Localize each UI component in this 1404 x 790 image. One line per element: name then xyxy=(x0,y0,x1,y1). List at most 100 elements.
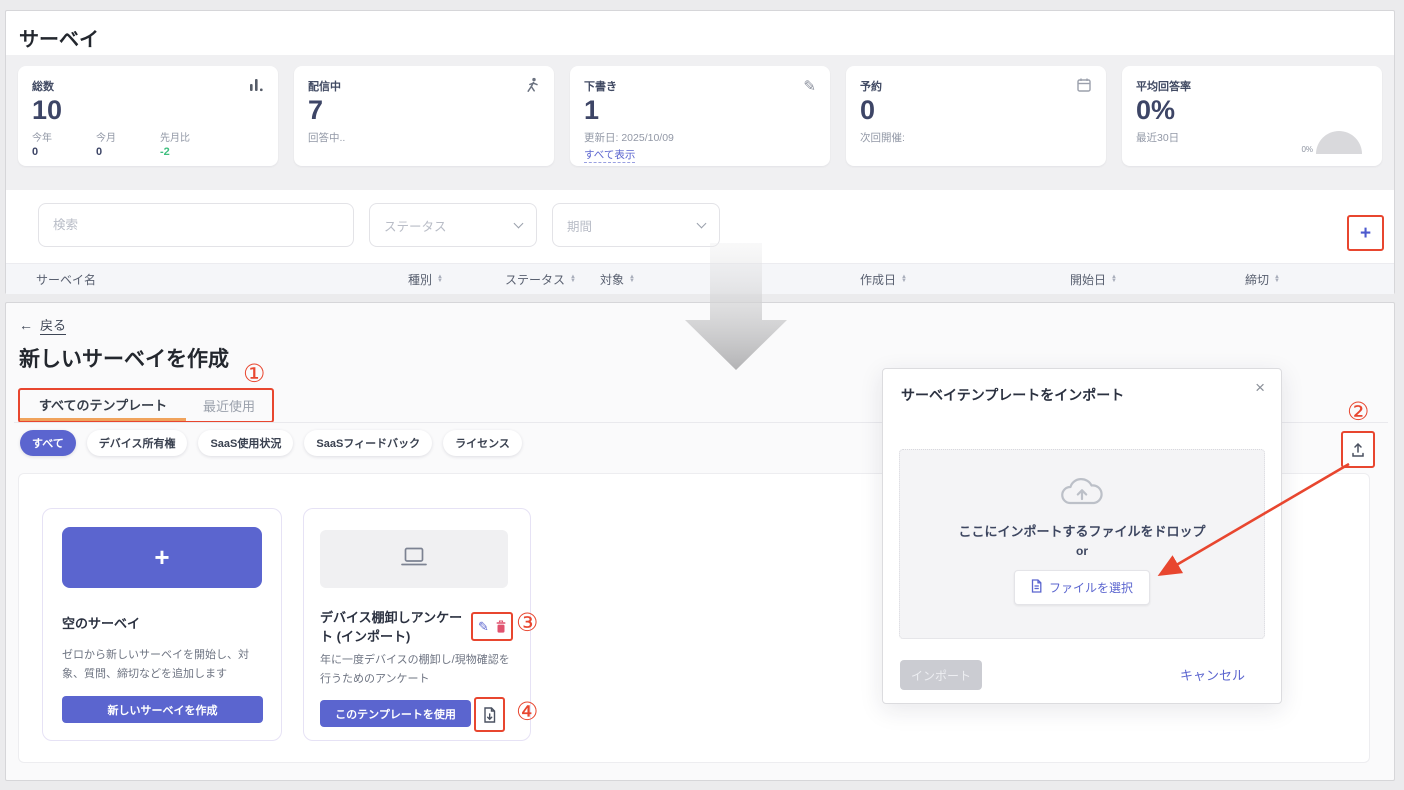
modal-title: サーベイテンプレートをインポート xyxy=(901,387,1125,403)
use-template-button[interactable]: このテンプレートを使用 xyxy=(320,700,471,727)
stats-cards-band: 総数 10 今年 0 今月 0 先月比 -2 配信中 7 回答中.. 下書き ✎… xyxy=(6,55,1394,190)
sub-stat-vs-last-month: 先月比 -2 xyxy=(160,133,190,159)
status-filter-select[interactable]: ステータス xyxy=(369,203,537,247)
stat-card-scheduled: 予約 0 次回開催: xyxy=(846,66,1106,166)
import-template-modal: サーベイテンプレートをインポート × ここにインポートするファイルをドロップ o… xyxy=(882,368,1282,704)
close-icon[interactable]: × xyxy=(1255,378,1265,398)
sub-stat-this-month: 今月 0 xyxy=(96,133,116,159)
create-survey-panel: ← 戻る 新しいサーベイを作成 ① すべてのテンプレート 最近使用 すべて デバイ… xyxy=(5,302,1395,781)
blank-survey-description: ゼロから新しいサーベイを開始し、対象、質問、締切などを追加します xyxy=(62,649,249,681)
tab-all-templates[interactable]: すべてのテンプレート xyxy=(20,390,186,421)
column-header-target[interactable]: 対象 ▲ ▼ xyxy=(600,264,635,295)
column-header-survey-name[interactable]: サーベイ名 xyxy=(36,264,96,295)
sub-stat-this-year: 今年 0 xyxy=(32,133,52,159)
cancel-button[interactable]: キャンセル xyxy=(1180,665,1245,684)
stat-label: 下書き xyxy=(584,81,617,93)
stat-note: 更新日: 2025/10/09 xyxy=(584,132,674,145)
stat-note: 次回開催: xyxy=(860,132,905,145)
page: サーベイ 総数 10 今年 0 今月 0 先月比 -2 配信中 7 回答中.. … xyxy=(0,0,1404,790)
annotation-number-4: ④ xyxy=(516,697,539,726)
upload-icon[interactable] xyxy=(1351,442,1365,458)
plus-icon: + xyxy=(154,542,170,572)
annotation-box-template-tabs: すべてのテンプレート 最近使用 xyxy=(18,388,274,423)
stat-label: 平均回答率 xyxy=(1136,81,1191,93)
select-file-button[interactable]: ファイルを選択 xyxy=(1013,570,1150,605)
stat-value: 1 xyxy=(584,95,600,125)
file-icon xyxy=(1031,579,1042,596)
stat-card-draft: 下書き ✎ 1 更新日: 2025/10/09 すべて表示 xyxy=(570,66,830,166)
blank-survey-title: 空のサーベイ xyxy=(62,616,141,631)
chip-saas-usage[interactable]: SaaS使用状況 xyxy=(198,430,294,456)
annotation-number-3: ③ xyxy=(516,608,539,637)
column-header-status[interactable]: ステータス ▲ ▼ xyxy=(505,264,576,295)
cloud-upload-icon xyxy=(900,474,1264,515)
annotation-number-2: ② xyxy=(1347,397,1370,426)
chevron-down-icon xyxy=(513,218,524,229)
page-title: サーベイ xyxy=(19,29,99,51)
sort-icon: ▲ ▼ xyxy=(901,273,907,284)
runner-icon xyxy=(524,77,540,99)
bar-chart-icon xyxy=(249,77,264,97)
edit-pencil-icon[interactable]: ✎ xyxy=(478,619,489,635)
blank-survey-plus-block[interactable]: + xyxy=(62,527,262,588)
create-new-survey-button[interactable]: 新しいサーベイを作成 xyxy=(62,696,263,723)
annotation-number-1: ① xyxy=(243,359,266,388)
sort-icon: ▲ ▼ xyxy=(629,273,635,284)
column-header-deadline[interactable]: 締切 ▲ ▼ xyxy=(1245,264,1280,295)
survey-dashboard-panel: サーベイ 総数 10 今年 0 今月 0 先月比 -2 配信中 7 回答中.. … xyxy=(5,10,1395,294)
laptop-icon xyxy=(400,547,428,572)
chevron-down-icon xyxy=(696,218,707,229)
create-survey-plus-button[interactable]: + xyxy=(1360,224,1371,243)
stat-card-distributing: 配信中 7 回答中.. xyxy=(294,66,554,166)
file-download-icon[interactable] xyxy=(483,706,496,723)
stat-label: 総数 xyxy=(32,81,54,93)
column-header-start-date[interactable]: 開始日 ▲ ▼ xyxy=(1070,264,1117,295)
search-input[interactable] xyxy=(38,203,354,247)
stat-card-avg-response-rate: 平均回答率 0% 最近30日 0% xyxy=(1122,66,1382,166)
template-title: デバイス棚卸しアンケート (インポート) xyxy=(320,610,463,644)
stat-card-total: 総数 10 今年 0 今月 0 先月比 -2 xyxy=(18,66,278,166)
status-filter-placeholder: ステータス xyxy=(384,219,447,234)
trash-icon[interactable] xyxy=(496,620,506,633)
category-chips: すべて デバイス所有権 SaaS使用状況 SaaSフィードバック ライセンス xyxy=(20,430,522,456)
drop-instruction: ここにインポートするファイルをドロップ xyxy=(958,524,1206,539)
sort-icon: ▲ ▼ xyxy=(437,273,443,284)
stat-value: 0% xyxy=(1136,95,1176,125)
chip-device-ownership[interactable]: デバイス所有権 xyxy=(86,430,188,456)
column-header-type[interactable]: 種別 ▲ ▼ xyxy=(408,264,443,295)
file-dropzone[interactable]: ここにインポートするファイルをドロップ or ファイルを選択 xyxy=(899,449,1265,639)
annotation-box-import-template xyxy=(1341,431,1375,468)
sort-icon: ▲ ▼ xyxy=(570,273,576,284)
column-header-created-date[interactable]: 作成日 ▲ ▼ xyxy=(860,264,907,295)
stat-label: 予約 xyxy=(860,81,882,93)
stat-note: 回答中.. xyxy=(308,132,346,145)
blank-survey-card[interactable]: + 空のサーベイ ゼロから新しいサーベイを開始し、対象、質問、締切などを追加しま… xyxy=(42,508,282,741)
period-filter-placeholder: 期間 xyxy=(567,219,593,234)
create-page-title: 新しいサーベイを作成 xyxy=(19,348,229,371)
annotation-box-export-file xyxy=(474,697,505,732)
back-link[interactable]: ← 戻る xyxy=(19,315,67,335)
annotation-box-create-survey: + xyxy=(1347,215,1384,251)
chip-all[interactable]: すべて xyxy=(20,430,76,456)
or-text: or xyxy=(1076,544,1088,558)
stat-value: 7 xyxy=(308,95,324,125)
template-thumbnail xyxy=(320,530,508,588)
import-button[interactable]: インポート xyxy=(900,660,982,690)
stat-sub-stats: 今年 0 今月 0 先月比 -2 xyxy=(32,129,264,158)
stat-label: 配信中 xyxy=(308,81,341,93)
chip-saas-feedback[interactable]: SaaSフィードバック xyxy=(304,430,433,456)
gauge-value-label: 0% xyxy=(1301,145,1313,154)
sort-icon: ▲ ▼ xyxy=(1274,273,1280,284)
pencil-icon: ✎ xyxy=(803,78,816,95)
calendar-icon xyxy=(1076,77,1092,98)
tab-recently-used[interactable]: 最近使用 xyxy=(186,390,272,421)
survey-table-header: サーベイ名 種別 ▲ ▼ ステータス ▲ ▼ 対象 ▲ ▼ 作成日 ▲ ▼ 開始日 ▲ ▼ 締切 ▲ ▼ xyxy=(6,263,1394,294)
period-filter-select[interactable]: 期間 xyxy=(552,203,720,247)
device-inventory-template-card[interactable]: デバイス棚卸しアンケート (インポート) ✎ ③ 年に一度デバイスの棚卸し/現物… xyxy=(303,508,538,741)
stat-value: 10 xyxy=(32,95,63,125)
annotation-box-edit-delete: ✎ xyxy=(471,612,513,641)
sort-icon: ▲ ▼ xyxy=(1111,273,1117,284)
back-arrow-icon: ← xyxy=(19,317,33,333)
chip-license[interactable]: ライセンス xyxy=(443,430,522,456)
show-all-link[interactable]: すべて表示 xyxy=(584,147,636,164)
